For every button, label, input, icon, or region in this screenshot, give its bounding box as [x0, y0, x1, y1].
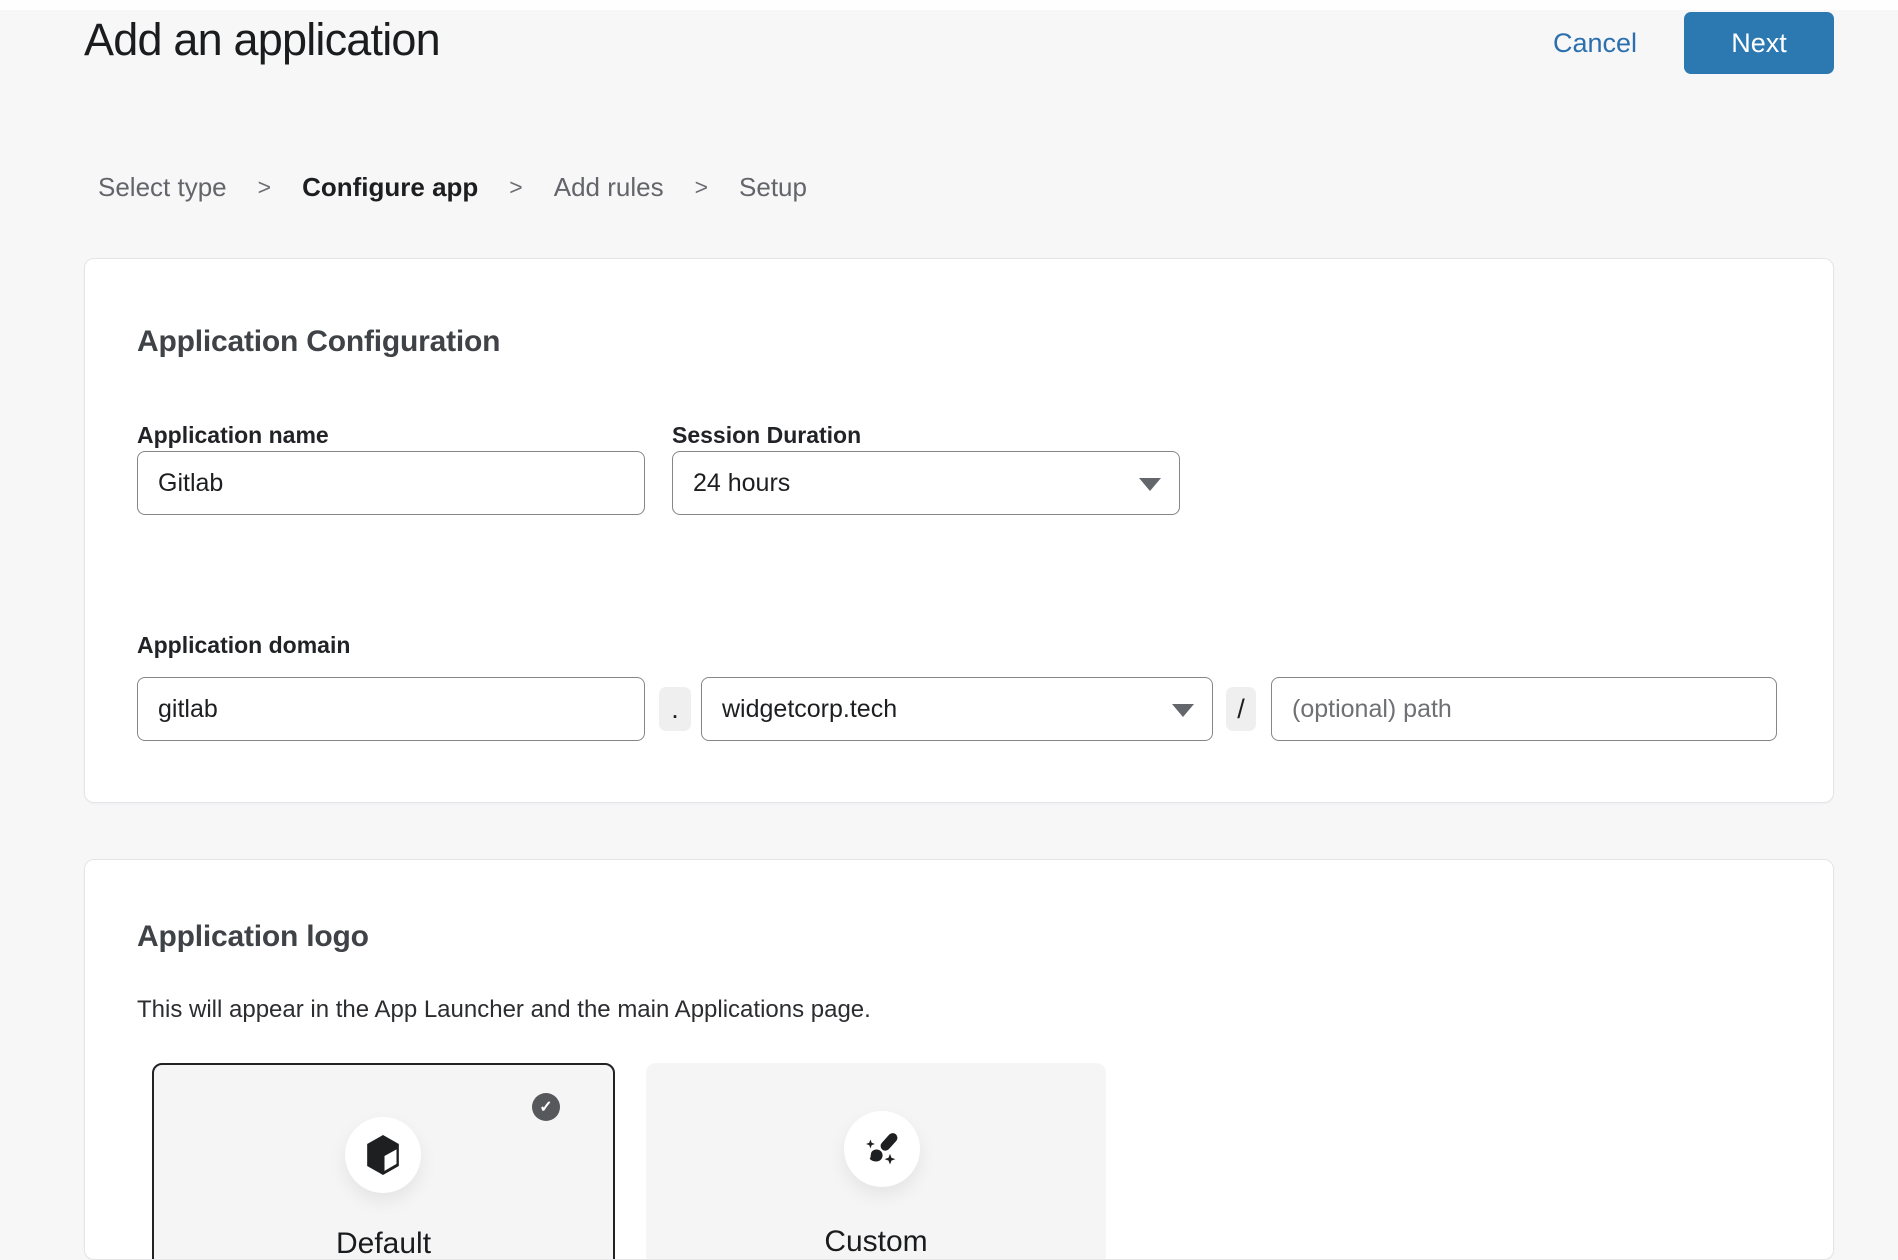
breadcrumb: Select type > Configure app > Add rules …	[98, 172, 807, 203]
application-configuration-card: Application Configuration Application na…	[84, 258, 1834, 803]
page-title: Add an application	[84, 14, 440, 66]
check-icon: ✓	[539, 1097, 552, 1117]
breadcrumb-step-setup[interactable]: Setup	[739, 172, 807, 203]
application-logo-card: Application logo This will appear in the…	[84, 859, 1834, 1260]
logo-option-default[interactable]: ✓ Default	[152, 1063, 615, 1260]
logo-option-custom[interactable]: Custom	[646, 1063, 1106, 1260]
domain-select[interactable]: widgetcorp.tech	[701, 677, 1213, 741]
next-button[interactable]: Next	[1684, 12, 1834, 74]
cube-icon	[363, 1133, 403, 1177]
add-application-page: Add an application Cancel Next Select ty…	[0, 0, 1898, 1260]
application-name-label: Application name	[137, 422, 329, 449]
domain-select-value: widgetcorp.tech	[722, 695, 897, 724]
selected-check-badge: ✓	[532, 1093, 560, 1121]
logo-option-default-label: Default	[154, 1227, 613, 1260]
logo-option-custom-label: Custom	[646, 1225, 1106, 1259]
chevron-down-icon	[1139, 478, 1161, 491]
session-duration-select[interactable]: 24 hours	[672, 451, 1180, 515]
application-configuration-heading: Application Configuration	[137, 325, 500, 359]
application-domain-label: Application domain	[137, 632, 350, 659]
breadcrumb-step-add-rules[interactable]: Add rules	[554, 172, 664, 203]
cancel-button[interactable]: Cancel	[1553, 28, 1637, 59]
dot-separator: .	[659, 687, 691, 731]
application-name-input[interactable]	[137, 451, 645, 515]
top-strip	[0, 0, 1898, 10]
subdomain-input[interactable]	[137, 677, 645, 741]
breadcrumb-separator: >	[509, 174, 522, 201]
application-logo-description: This will appear in the App Launcher and…	[137, 996, 871, 1024]
session-duration-label: Session Duration	[672, 422, 861, 449]
application-logo-heading: Application logo	[137, 920, 369, 954]
breadcrumb-step-configure-app[interactable]: Configure app	[302, 172, 478, 203]
slash-separator: /	[1226, 687, 1256, 731]
breadcrumb-separator: >	[258, 174, 271, 201]
breadcrumb-separator: >	[695, 174, 708, 201]
path-input[interactable]	[1271, 677, 1777, 741]
breadcrumb-step-select-type[interactable]: Select type	[98, 172, 227, 203]
paintbrush-icon	[861, 1128, 903, 1170]
session-duration-value: 24 hours	[693, 469, 790, 498]
chevron-down-icon	[1172, 704, 1194, 717]
